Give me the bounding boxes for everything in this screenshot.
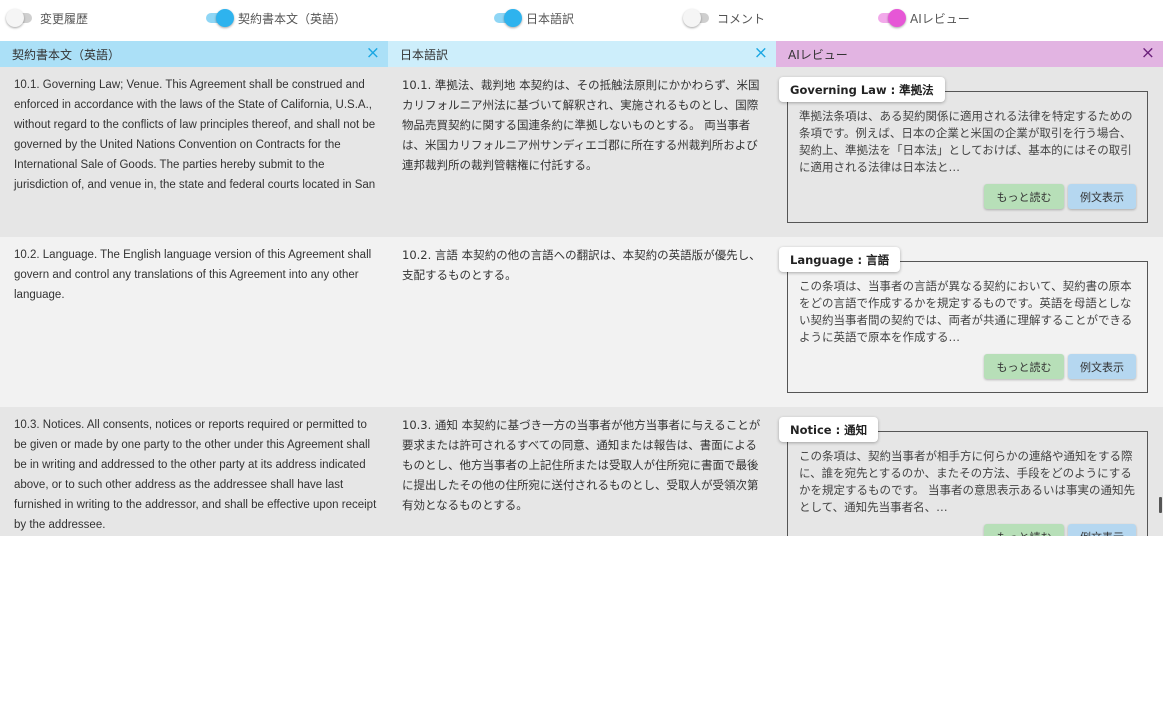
clause-row: 10.2. Language. The English language ver… bbox=[0, 237, 1163, 407]
review-clause-tab: Governing Law : 準拠法 bbox=[779, 77, 945, 102]
english-clause-text: 10.2. Language. The English language ver… bbox=[14, 249, 372, 301]
contract-review-grid: 契約書本文（英語） × 日本語訳 × AIレビュー × 10.1. Govern… bbox=[0, 41, 1163, 536]
close-icon[interactable]: × bbox=[754, 45, 768, 62]
japanese-clause-text: 10.3. 通知 本契約に基づき一方の当事者が他方当事者に与えることが要求または… bbox=[402, 418, 761, 512]
toggle-switch[interactable] bbox=[492, 8, 522, 28]
toggle-label: 日本語訳 bbox=[526, 11, 575, 26]
review-box: この条項は、契約当事者が相手方に何らかの連絡や通知をする際に、誰を宛先とするのか… bbox=[787, 431, 1148, 536]
review-text: この条項は、当事者の言語が異なる契約において、契約書の原本をどの言語で作成するか… bbox=[799, 279, 1133, 344]
review-box: 準拠法条項は、ある契約関係に適用される法律を特定するための条項です。例えば、日本… bbox=[787, 91, 1148, 223]
clause-row: 10.1. Governing Law; Venue. This Agreeme… bbox=[0, 67, 1163, 237]
view-toggle-bar: 変更履歴 契約書本文（英語） 日本語訳 コメント AIレビュー bbox=[0, 0, 1166, 38]
show-example-button[interactable]: 例文表示 bbox=[1068, 354, 1136, 379]
column-header-english: 契約書本文（英語） × bbox=[0, 41, 388, 67]
toggle-switch[interactable] bbox=[876, 8, 906, 28]
review-text: 準拠法条項は、ある契約関係に適用される法律を特定するための条項です。例えば、日本… bbox=[799, 109, 1133, 174]
scrollbar-thumb[interactable] bbox=[1159, 497, 1162, 513]
close-icon[interactable]: × bbox=[1141, 45, 1155, 62]
toggle-switch[interactable] bbox=[6, 8, 34, 28]
toggle-japanese-translation[interactable]: 日本語訳 bbox=[492, 8, 574, 28]
english-clause-text: 10.1. Governing Law; Venue. This Agreeme… bbox=[14, 79, 376, 191]
japanese-clause-text: 10.1. 準拠法、裁判地 本契約は、その抵触法原則にかかわらず、米国カリフォル… bbox=[402, 78, 760, 172]
toggle-label: 契約書本文（英語） bbox=[238, 11, 347, 26]
toggle-comments[interactable]: コメント bbox=[683, 8, 765, 28]
toggle-change-history[interactable]: 変更履歴 bbox=[6, 8, 88, 28]
ai-review-card: Language : 言語 この条項は、当事者の言語が異なる契約において、契約書… bbox=[776, 237, 1163, 407]
english-clause-text: 10.3. Notices. All consents, notices or … bbox=[14, 419, 377, 531]
toggle-ai-review[interactable]: AIレビュー bbox=[876, 8, 970, 28]
toggle-label: 変更履歴 bbox=[40, 11, 89, 26]
ai-review-card: Notice : 通知 この条項は、契約当事者が相手方に何らかの連絡や通知をする… bbox=[776, 407, 1163, 536]
column-title: 契約書本文（英語） bbox=[12, 47, 121, 62]
review-text: この条項は、契約当事者が相手方に何らかの連絡や通知をする際に、誰を宛先とするのか… bbox=[799, 449, 1136, 514]
column-header-ai-review: AIレビュー × bbox=[776, 41, 1163, 67]
review-box: この条項は、当事者の言語が異なる契約において、契約書の原本をどの言語で作成するか… bbox=[787, 261, 1148, 393]
clause-row: 10.3. Notices. All consents, notices or … bbox=[0, 407, 1163, 536]
review-clause-tab: Notice : 通知 bbox=[779, 417, 879, 442]
column-header-japanese: 日本語訳 × bbox=[388, 41, 776, 67]
read-more-button[interactable]: もっと読む bbox=[984, 184, 1064, 209]
review-clause-tab: Language : 言語 bbox=[779, 247, 901, 272]
japanese-clause-text: 10.2. 言語 本契約の他の言語への翻訳は、本契約の英語版が優先し、支配するも… bbox=[402, 248, 761, 282]
show-example-button[interactable]: 例文表示 bbox=[1068, 524, 1136, 536]
column-headers: 契約書本文（英語） × 日本語訳 × AIレビュー × bbox=[0, 41, 1163, 67]
read-more-button[interactable]: もっと読む bbox=[984, 354, 1064, 379]
ai-review-card: Governing Law : 準拠法 準拠法条項は、ある契約関係に適用される法… bbox=[776, 67, 1163, 237]
toggle-switch[interactable] bbox=[683, 8, 711, 28]
column-title: 日本語訳 bbox=[400, 47, 449, 62]
toggle-label: AIレビュー bbox=[910, 11, 970, 26]
read-more-button[interactable]: もっと読む bbox=[984, 524, 1064, 536]
toggle-label: コメント bbox=[717, 11, 766, 26]
toggle-switch[interactable] bbox=[204, 8, 234, 28]
show-example-button[interactable]: 例文表示 bbox=[1068, 184, 1136, 209]
column-title: AIレビュー bbox=[788, 47, 848, 62]
close-icon[interactable]: × bbox=[366, 45, 380, 62]
toggle-english-text[interactable]: 契約書本文（英語） bbox=[204, 8, 346, 28]
